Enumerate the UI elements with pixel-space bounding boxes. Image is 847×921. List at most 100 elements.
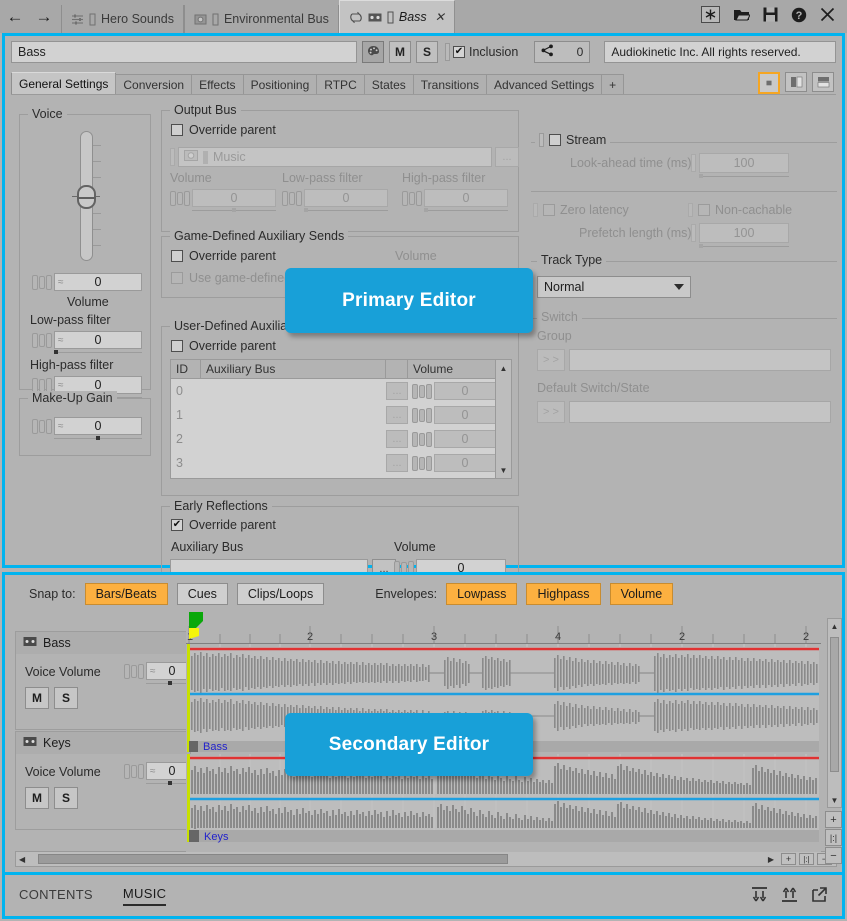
forward-button[interactable]: → [35, 8, 53, 26]
timeline-ruler[interactable]: 1 2 3 4 2 2 [186, 612, 821, 644]
table-row[interactable]: 2 ... 0 [171, 427, 511, 451]
track-header-bass[interactable]: Bass Voice Volume ≈ 0 M S [15, 631, 191, 730]
hzoom-fit-button[interactable]: |:| [799, 853, 814, 865]
close-icon[interactable]: ✕ [435, 10, 445, 24]
voice-volume-field[interactable]: ≈ 0 [32, 273, 142, 291]
makeup-gain-strip[interactable] [54, 436, 142, 441]
tab-hero-sounds[interactable]: Hero Sounds [61, 5, 184, 33]
strip-handle[interactable] [168, 781, 172, 785]
strip-handle[interactable] [96, 436, 100, 440]
scroll-up-arrow[interactable]: ▲ [828, 619, 841, 633]
keys-voice-volume-value[interactable]: ≈ 0 [146, 762, 190, 780]
voice-lowpass-value[interactable]: ≈ 0 [54, 331, 142, 349]
tab-add[interactable]: + [601, 74, 624, 95]
tab-bass[interactable]: Bass ✕ [339, 0, 455, 33]
voice-lowpass-strip[interactable] [54, 350, 142, 355]
hscroll-thumb[interactable] [38, 854, 508, 864]
tab-positioning[interactable]: Positioning [243, 74, 318, 95]
early-reflections-override[interactable]: Override parent [171, 518, 276, 532]
back-button[interactable]: ← [6, 8, 24, 26]
row-browse-button[interactable]: ... [386, 406, 412, 424]
inclusion-checkbox[interactable] [453, 46, 465, 58]
timeline-vertical-scrollbar[interactable]: ▲ ▼ [827, 618, 842, 808]
solo-button[interactable]: S [416, 41, 438, 63]
rtpc-icons[interactable] [32, 333, 52, 348]
volume-fader[interactable] [72, 131, 100, 261]
envelope-highpass-button[interactable]: Highpass [526, 583, 600, 605]
strip-handle[interactable] [54, 350, 58, 354]
open-folder-icon[interactable] [733, 8, 750, 22]
color-button[interactable] [362, 41, 384, 63]
row-browse-button[interactable]: ... [386, 382, 412, 400]
makeup-gain-value[interactable]: ≈ 0 [54, 417, 142, 435]
envelope-lowpass-button[interactable]: Lowpass [446, 583, 517, 605]
favorite-icon[interactable] [701, 6, 720, 23]
scroll-down-arrow[interactable]: ▼ [496, 462, 511, 478]
tab-conversion[interactable]: Conversion [115, 74, 192, 95]
tab-advanced-settings[interactable]: Advanced Settings [486, 74, 602, 95]
user-aux-override[interactable]: Override parent [171, 339, 276, 353]
bottom-tab-music[interactable]: MUSIC [123, 886, 166, 906]
aux-table-scrollbar[interactable]: ▲ ▼ [495, 360, 511, 478]
output-bus-browse-button[interactable]: ... [495, 147, 519, 167]
voice-volume-value[interactable]: ≈ 0 [54, 273, 142, 291]
tab-environmental-bus[interactable]: Environmental Bus [184, 5, 339, 33]
vzoom-fit-button[interactable]: |:| [825, 829, 842, 846]
view-split-horizontal-button[interactable] [812, 72, 834, 92]
collapse-all-icon[interactable] [751, 886, 768, 906]
override-checkbox[interactable] [171, 340, 183, 352]
bass-solo-button[interactable]: S [54, 687, 78, 709]
hzoom-in-button[interactable]: + [781, 853, 796, 865]
keys-voice-volume-field[interactable]: ≈ 0 [124, 762, 190, 780]
inclusion-toggle[interactable]: Inclusion [453, 45, 518, 59]
override-checkbox[interactable] [171, 124, 183, 136]
rtpc-icons[interactable] [124, 664, 144, 679]
bass-voice-volume-value[interactable]: ≈ 0 [146, 662, 190, 680]
keys-solo-button[interactable]: S [54, 787, 78, 809]
track-name-row[interactable]: Bass [16, 632, 190, 654]
game-aux-override[interactable]: Override parent [171, 249, 276, 263]
output-bus-value-field[interactable]: Music [178, 147, 492, 167]
vscroll-thumb[interactable] [830, 637, 839, 772]
scroll-right-arrow[interactable]: ▶ [768, 855, 774, 864]
track-header-keys[interactable]: Keys Voice Volume ≈ 0 M S [15, 731, 191, 830]
rtpc-icons[interactable] [32, 275, 52, 290]
table-row[interactable]: 1 ... 0 [171, 403, 511, 427]
override-checkbox[interactable] [171, 250, 183, 262]
snap-clips-loops-button[interactable]: Clips/Loops [237, 583, 324, 605]
snap-bars-beats-button[interactable]: Bars/Beats [85, 583, 168, 605]
tab-rtpc[interactable]: RTPC [316, 74, 364, 95]
view-split-vertical-button[interactable] [785, 72, 807, 92]
object-name-input[interactable]: Bass [11, 41, 357, 63]
strip-handle[interactable] [168, 681, 172, 685]
row-browse-button[interactable]: ... [386, 430, 412, 448]
stream-checkbox[interactable] [549, 134, 561, 146]
scroll-down-arrow[interactable]: ▼ [828, 793, 841, 807]
stream-toggle[interactable]: Stream [535, 133, 610, 147]
expand-all-icon[interactable] [781, 886, 798, 906]
aux-bus-table[interactable]: ID Auxiliary Bus Volume 0 ... 0 1 [170, 359, 512, 479]
tab-states[interactable]: States [364, 74, 414, 95]
mute-button[interactable]: M [389, 41, 411, 63]
keys-volume-strip[interactable] [146, 781, 190, 786]
output-bus-override[interactable]: Override parent [171, 123, 276, 137]
save-icon[interactable] [763, 7, 778, 22]
vzoom-out-button[interactable]: − [825, 847, 842, 864]
override-checkbox[interactable] [171, 519, 183, 531]
bottom-tab-contents[interactable]: CONTENTS [19, 887, 93, 905]
envelope-volume-button[interactable]: Volume [610, 583, 674, 605]
scroll-left-arrow[interactable]: ◀ [19, 855, 25, 864]
tab-general-settings[interactable]: General Settings [11, 72, 116, 95]
fader-knob[interactable] [77, 185, 96, 209]
bass-voice-volume-field[interactable]: ≈ 0 [124, 662, 190, 680]
track-name-row[interactable]: Keys [16, 732, 190, 754]
bass-mute-button[interactable]: M [25, 687, 49, 709]
bass-volume-strip[interactable] [146, 681, 190, 686]
rtpc-icons[interactable] [124, 764, 144, 779]
voice-lowpass-field[interactable]: ≈ 0 [32, 331, 142, 349]
help-icon[interactable]: ? [791, 7, 807, 23]
output-bus-selector[interactable]: Music ... [170, 147, 519, 167]
row-browse-button[interactable]: ... [386, 454, 412, 472]
timeline-horizontal-scrollbar[interactable]: ◀ ▶ + |:| − [15, 851, 837, 867]
makeup-gain-field[interactable]: ≈ 0 [32, 417, 142, 435]
